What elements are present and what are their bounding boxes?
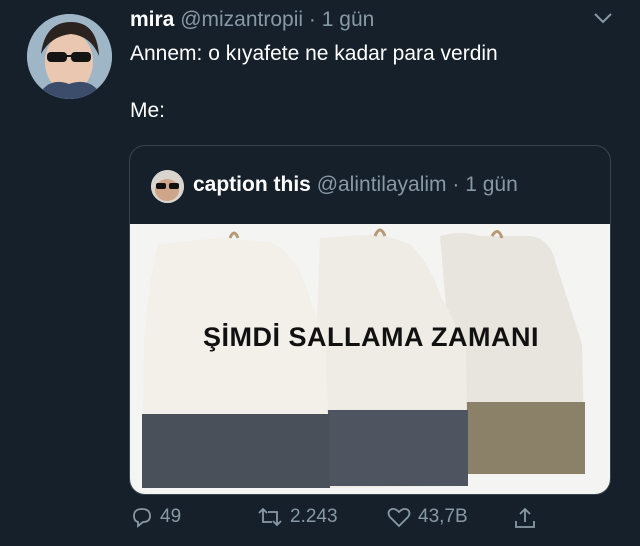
author-avatar[interactable] bbox=[27, 14, 112, 99]
reply-button[interactable]: 49 bbox=[130, 505, 181, 529]
retweet-button[interactable]: 2.243 bbox=[256, 505, 338, 529]
author-handle[interactable]: @mizantropii bbox=[180, 8, 303, 31]
like-icon bbox=[387, 507, 411, 528]
like-button[interactable]: 43,7B bbox=[386, 505, 468, 529]
separator-dot: · bbox=[308, 8, 316, 31]
tweet-text-line1: Annem: o kıyafete ne kadar para verdin bbox=[130, 42, 498, 65]
tweet-actions: 49 2.243 43,7B bbox=[0, 505, 640, 541]
quoted-tweet-image[interactable]: ŞİMDİ SALLAMA ZAMANI bbox=[130, 224, 610, 494]
tweet-text: Annem: o kıyafete ne kadar para verdin M… bbox=[130, 40, 498, 125]
quoted-author-name[interactable]: caption this bbox=[193, 173, 311, 196]
avatar-image bbox=[27, 14, 112, 99]
quoted-avatar-image bbox=[151, 170, 184, 203]
reply-count: 49 bbox=[160, 506, 182, 527]
tweet-header: mira @mizantropii · 1 gün bbox=[130, 8, 374, 32]
tweet-text-line2: Me: bbox=[130, 99, 166, 122]
quoted-separator-dot: · bbox=[452, 173, 460, 196]
quoted-author-avatar[interactable] bbox=[151, 170, 184, 203]
reply-icon bbox=[133, 508, 151, 528]
tea-bags-image bbox=[130, 224, 610, 494]
quoted-author-handle[interactable]: @alintilayalim bbox=[317, 173, 447, 196]
share-button[interactable] bbox=[512, 505, 538, 531]
share-icon bbox=[515, 507, 535, 528]
tweet-time[interactable]: 1 gün bbox=[322, 8, 375, 31]
quoted-tweet-card[interactable]: caption this @alintilayalim · 1 gün ŞİMD… bbox=[129, 145, 611, 495]
author-name[interactable]: mira bbox=[130, 8, 174, 31]
quoted-tweet-time[interactable]: 1 gün bbox=[465, 173, 518, 196]
image-caption-text: ŞİMDİ SALLAMA ZAMANI bbox=[203, 322, 539, 352]
chevron-down-icon[interactable] bbox=[592, 10, 614, 26]
retweet-icon bbox=[258, 507, 282, 527]
retweet-count: 2.243 bbox=[290, 506, 338, 527]
like-count: 43,7B bbox=[418, 506, 468, 527]
quoted-tweet-header: caption this @alintilayalim · 1 gün bbox=[193, 173, 518, 197]
